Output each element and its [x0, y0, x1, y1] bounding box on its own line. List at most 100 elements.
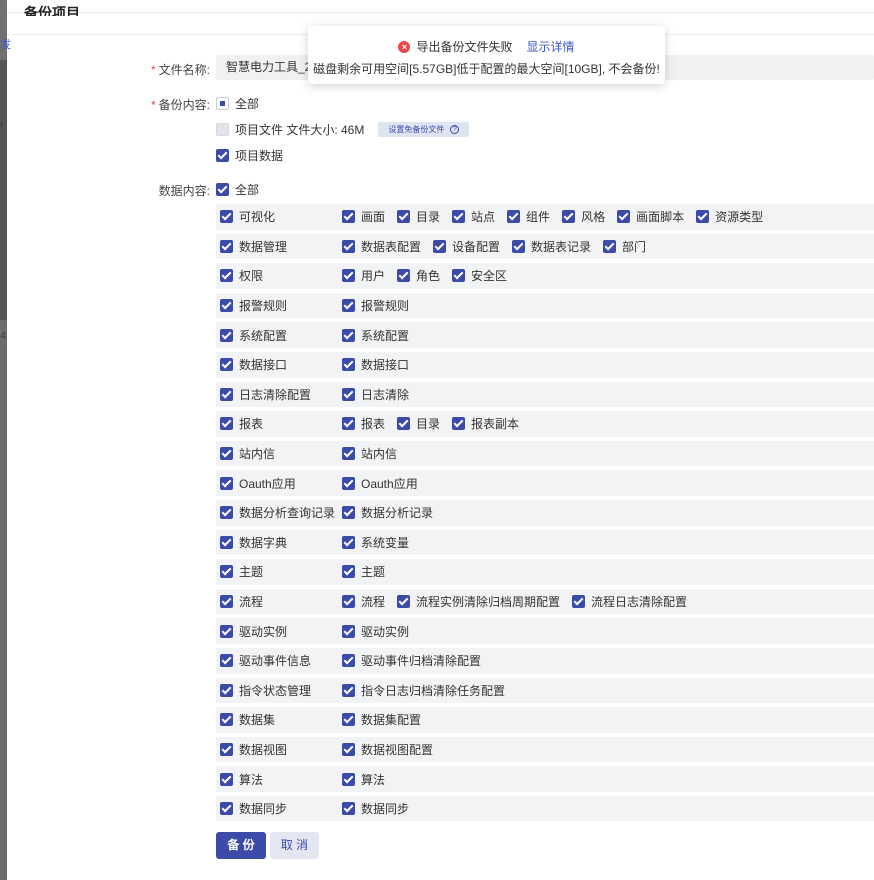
checked-checkbox-icon	[342, 299, 355, 313]
child-checkbox[interactable]: 画面脚本	[617, 208, 684, 225]
child-checkbox[interactable]: 角色	[397, 267, 440, 284]
data-all-checkbox[interactable]: 全部	[216, 181, 259, 198]
parent-label: 算法	[239, 772, 264, 787]
cancel-button[interactable]: 取 消	[270, 832, 319, 859]
parent-checkbox[interactable]: 算法	[220, 771, 263, 788]
parent-checkbox[interactable]: 主题	[220, 563, 263, 580]
checkbox-label: 全部	[235, 97, 260, 111]
child-checkbox[interactable]: 设备配置	[433, 238, 500, 255]
child-checkbox[interactable]: 安全区	[452, 267, 507, 284]
child-checkbox[interactable]: 流程日志清除配置	[572, 593, 687, 610]
child-checkbox[interactable]: 流程实例清除归档周期配置	[397, 593, 560, 610]
child-checkbox[interactable]: 资源类型	[696, 208, 763, 225]
parent-checkbox[interactable]: 数据视图	[220, 741, 287, 758]
checked-checkbox-icon	[220, 239, 233, 253]
parent-checkbox[interactable]: 数据管理	[220, 238, 287, 255]
partial-checkbox-icon	[216, 97, 229, 110]
checked-checkbox-icon	[342, 506, 355, 520]
checked-checkbox-icon	[342, 713, 355, 727]
checked-checkbox-icon	[216, 149, 229, 162]
parent-checkbox[interactable]: 数据同步	[220, 800, 287, 817]
checked-checkbox-icon	[397, 595, 411, 609]
child-checkbox[interactable]: 目录	[397, 415, 440, 432]
child-label: 系统变量	[361, 535, 410, 550]
child-checkbox[interactable]: 数据集配置	[342, 711, 421, 728]
child-checkbox[interactable]: 风格	[562, 208, 605, 225]
child-checkbox[interactable]: 数据分析记录	[342, 504, 433, 521]
checked-checkbox-icon	[220, 447, 233, 461]
child-checkbox[interactable]: 组件	[507, 208, 550, 225]
show-details-link[interactable]: 显示详情	[527, 38, 575, 55]
child-checkbox[interactable]: 数据同步	[342, 800, 409, 817]
checkbox-label: 项目数据	[235, 149, 284, 163]
checked-checkbox-icon	[220, 654, 233, 668]
parent-checkbox[interactable]: 日志清除配置	[220, 386, 311, 403]
child-checkbox[interactable]: 站内信	[342, 445, 397, 462]
child-label: 目录	[416, 417, 441, 432]
project-data-checkbox[interactable]: 项目数据	[216, 147, 283, 164]
parent-label: 数据字典	[239, 535, 288, 550]
child-label: 报表	[361, 417, 386, 432]
child-checkbox[interactable]: 驱动实例	[342, 623, 409, 640]
child-checkbox[interactable]: 画面	[342, 208, 385, 225]
child-checkbox[interactable]: 数据表记录	[512, 238, 591, 255]
checked-checkbox-icon	[617, 210, 631, 224]
parent-checkbox[interactable]: 数据接口	[220, 356, 287, 373]
child-checkbox[interactable]: 目录	[397, 208, 440, 225]
data-row: 日志清除配置 日志清除	[216, 380, 874, 410]
data-row: 站内信 站内信	[216, 439, 874, 469]
parent-checkbox[interactable]: 数据分析查询记录	[220, 504, 335, 521]
child-checkbox[interactable]: 数据接口	[342, 356, 409, 373]
child-label: Oauth应用	[361, 476, 418, 491]
child-checkbox[interactable]: 主题	[342, 563, 385, 580]
parent-checkbox[interactable]: Oauth应用	[220, 475, 296, 492]
parent-checkbox[interactable]: 数据集	[220, 711, 275, 728]
child-checkbox[interactable]: 系统配置	[342, 327, 409, 344]
project-files-checkbox[interactable]: 项目文件 文件大小: 46M 设置免备份文件 ?	[216, 121, 470, 138]
child-label: 站点	[471, 210, 496, 225]
free-backup-files-button[interactable]: 设置免备份文件 ?	[378, 122, 470, 137]
parent-checkbox[interactable]: 指令状态管理	[220, 682, 311, 699]
parent-checkbox[interactable]: 驱动事件信息	[220, 652, 311, 669]
backup-content-label: * 备份内容:	[150, 98, 210, 112]
child-checkbox[interactable]: 报警规则	[342, 297, 409, 314]
child-checkbox[interactable]: 日志清除	[342, 386, 409, 403]
checked-checkbox-icon	[342, 742, 355, 756]
child-checkbox[interactable]: 驱动事件归档清除配置	[342, 652, 481, 669]
parent-checkbox[interactable]: 系统配置	[220, 327, 287, 344]
child-label: 驱动实例	[361, 624, 410, 639]
checked-checkbox-icon	[220, 565, 233, 579]
parent-checkbox[interactable]: 报警规则	[220, 297, 287, 314]
child-checkbox[interactable]: 数据视图配置	[342, 741, 433, 758]
parent-checkbox[interactable]: 权限	[220, 267, 263, 284]
child-checkbox[interactable]: 流程	[342, 593, 385, 610]
child-checkbox[interactable]: 报表	[342, 415, 385, 432]
child-label: 站内信	[361, 447, 398, 462]
parent-checkbox[interactable]: 报表	[220, 415, 263, 432]
child-checkbox[interactable]: 用户	[342, 267, 385, 284]
child-checkbox[interactable]: 算法	[342, 771, 385, 788]
checked-checkbox-icon	[342, 476, 355, 490]
child-checkbox[interactable]: 指令日志归档清除任务配置	[342, 682, 505, 699]
parent-checkbox[interactable]: 数据字典	[220, 534, 287, 551]
backup-all-checkbox[interactable]: 全部	[216, 95, 259, 112]
data-row: 数据集 数据集配置	[216, 705, 874, 735]
parent-checkbox[interactable]: 流程	[220, 593, 263, 610]
child-checkbox[interactable]: Oauth应用	[342, 475, 418, 492]
parent-checkbox[interactable]: 可视化	[220, 208, 275, 225]
child-checkbox[interactable]: 数据表配置	[342, 238, 421, 255]
child-label: 数据集配置	[361, 713, 422, 728]
child-checkbox[interactable]: 报表副本	[452, 415, 519, 432]
checked-checkbox-icon	[696, 210, 710, 224]
file-name-label: * 文件名称:	[150, 63, 210, 77]
backup-button[interactable]: 备 份	[216, 832, 266, 859]
parent-checkbox[interactable]: 驱动实例	[220, 623, 287, 640]
child-checkbox[interactable]: 系统变量	[342, 534, 409, 551]
child-label: 设备配置	[452, 239, 501, 254]
parent-checkbox[interactable]: 站内信	[220, 445, 275, 462]
parent-label: 报表	[239, 417, 264, 432]
data-row: 报警规则 报警规则	[216, 291, 874, 321]
child-checkbox[interactable]: 部门	[603, 238, 646, 255]
checked-checkbox-icon	[342, 210, 355, 224]
child-checkbox[interactable]: 站点	[452, 208, 495, 225]
